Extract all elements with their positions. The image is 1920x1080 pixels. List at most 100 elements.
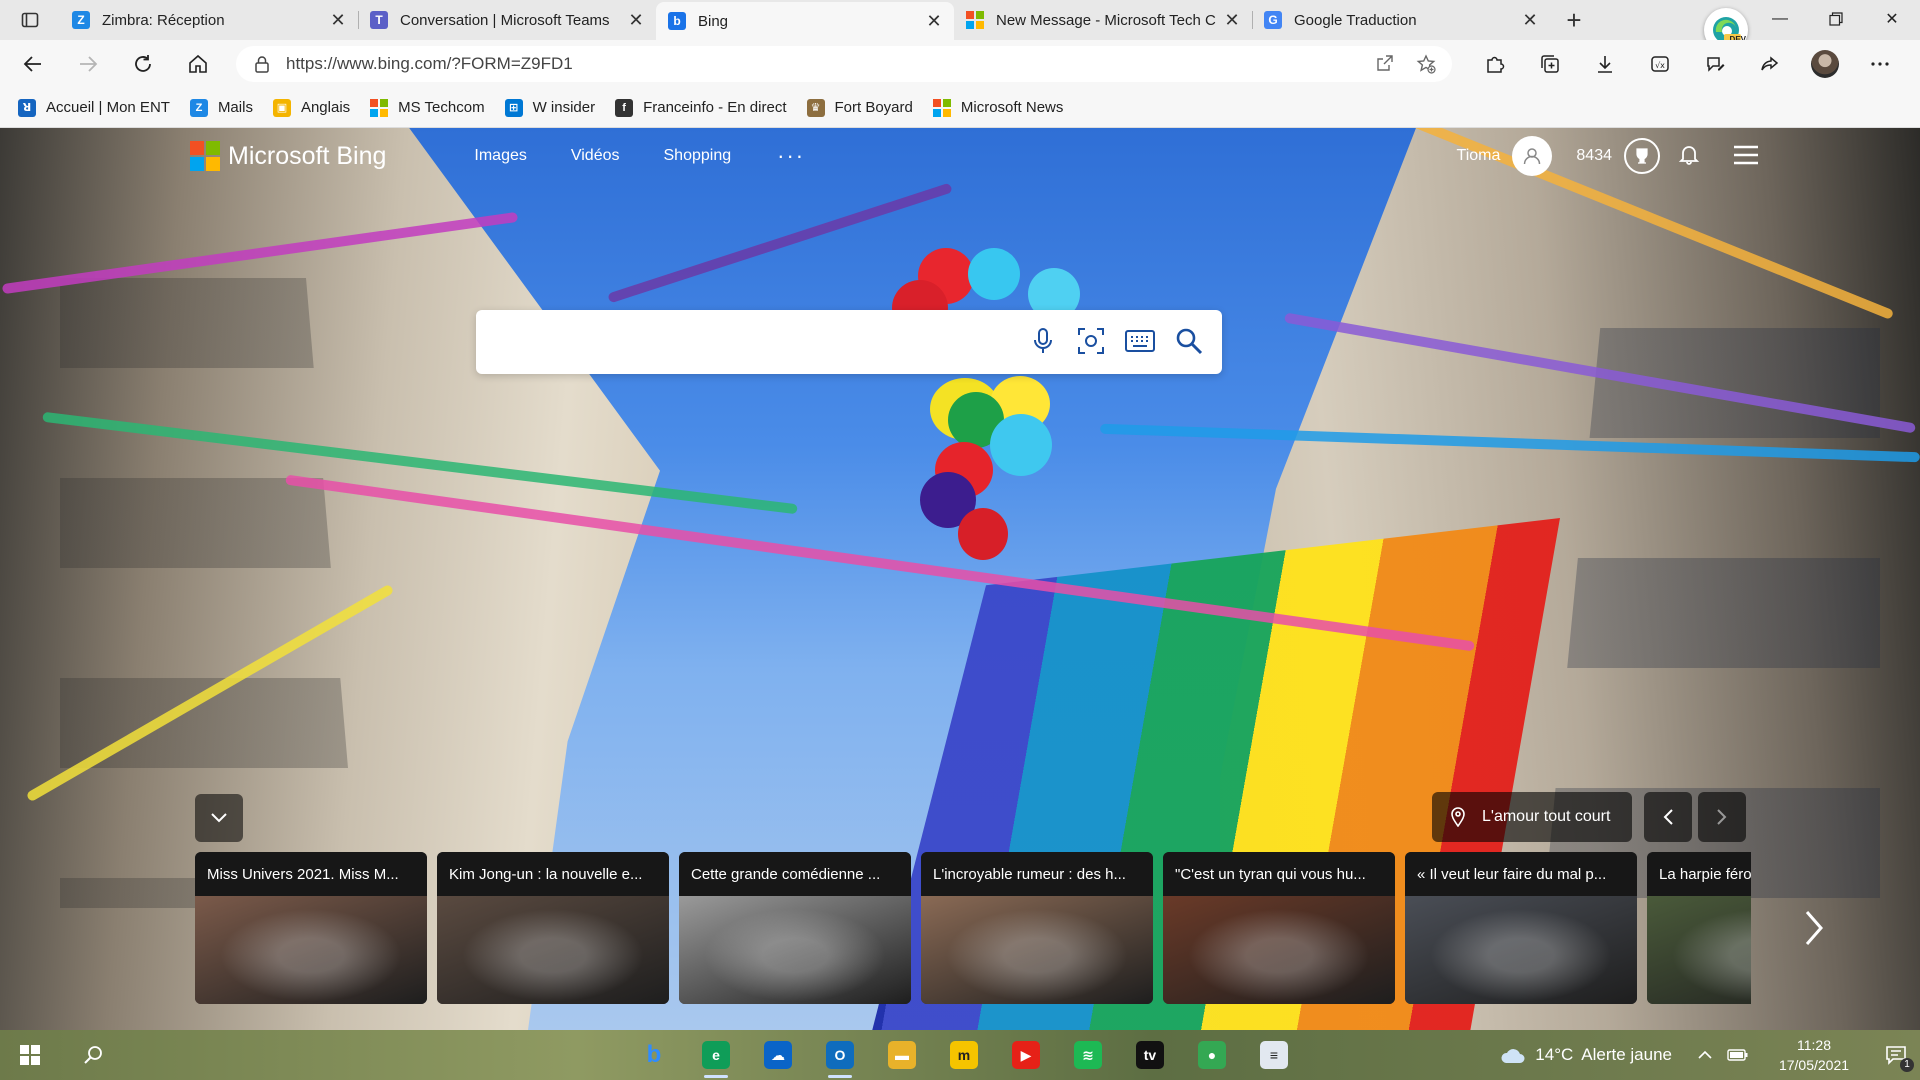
tab-teams[interactable]: T Conversation | Microsoft Teams ✕ xyxy=(358,3,656,37)
tab-close-icon[interactable]: ✕ xyxy=(1222,10,1242,30)
home-button[interactable] xyxy=(176,44,220,84)
weather-widget[interactable]: 14°C Alerte jaune xyxy=(1499,1044,1672,1066)
bing-nav-more-button[interactable]: ··· xyxy=(777,143,805,169)
spotify-icon: ≋ xyxy=(1074,1041,1102,1069)
user-name[interactable]: Tioma xyxy=(1457,147,1501,165)
search-input[interactable] xyxy=(496,322,1056,362)
search-icon[interactable] xyxy=(1174,326,1204,356)
feedback-button[interactable] xyxy=(1693,44,1737,84)
downloads-button[interactable] xyxy=(1583,44,1627,84)
windows-taskbar: b e ☁ O ▬ m ▶ ≋ tv ● ≡ 14°C Alerte jaune 11:28 17/… xyxy=(0,1030,1920,1080)
favorite-item[interactable]: Z Mails xyxy=(189,98,253,117)
keyboard-icon[interactable] xyxy=(1124,326,1156,356)
next-image-button[interactable] xyxy=(1698,792,1746,842)
tab-title: New Message - Microsoft Tech C xyxy=(996,11,1216,29)
favorite-item[interactable]: MS Techcom xyxy=(370,98,485,117)
show-hidden-icons-button[interactable] xyxy=(1690,1030,1720,1080)
settings-more-button[interactable] xyxy=(1858,44,1902,84)
news-card[interactable]: L'incroyable rumeur : des h... xyxy=(921,852,1153,1004)
forward-button[interactable] xyxy=(66,44,110,84)
user-avatar-button[interactable] xyxy=(1512,136,1553,176)
news-card-image xyxy=(921,896,1153,1004)
lock-icon[interactable] xyxy=(254,55,270,73)
battery-button[interactable] xyxy=(1720,1030,1756,1080)
tab-close-icon[interactable]: ✕ xyxy=(1520,10,1540,30)
tab-close-icon[interactable]: ✕ xyxy=(924,11,944,31)
cloud-icon xyxy=(1501,1049,1525,1063)
favorite-item[interactable]: Microsoft News xyxy=(932,98,1063,117)
close-window-button[interactable]: ✕ xyxy=(1864,0,1920,38)
taskbar-notepad-app[interactable]: ≡ xyxy=(1248,1030,1300,1080)
taskbar-edge-dev-app[interactable]: e xyxy=(690,1030,742,1080)
add-favorite-star-icon[interactable] xyxy=(1416,54,1436,74)
bing-logo-text: Microsoft Bing xyxy=(228,141,387,170)
microsoft-logo-icon xyxy=(190,141,220,171)
rewards-button[interactable] xyxy=(1624,138,1660,174)
tab-close-icon[interactable]: ✕ xyxy=(626,10,646,30)
news-carousel-next-button[interactable] xyxy=(1786,888,1842,968)
favorite-item[interactable]: ⊞ W insider xyxy=(504,98,595,117)
zimbra-icon: Z xyxy=(72,11,90,29)
open-in-app-icon[interactable] xyxy=(1376,54,1394,72)
news-card[interactable]: Cette grande comédienne ... xyxy=(679,852,911,1004)
news-card[interactable]: La harpie féroce xyxy=(1647,852,1751,1004)
start-button[interactable] xyxy=(4,1030,56,1080)
refresh-button[interactable] xyxy=(121,44,165,84)
favorite-item[interactable]: ꓤ Accueil | Mon ENT xyxy=(18,98,170,117)
taskbar-search-button[interactable] xyxy=(68,1030,120,1080)
clock[interactable]: 11:28 17/05/2021 xyxy=(1766,1035,1862,1075)
bing-nav-item[interactable]: Images xyxy=(474,147,526,165)
anglais-icon: ▣ xyxy=(272,98,291,117)
previous-image-button[interactable] xyxy=(1644,792,1692,842)
tab-close-icon[interactable]: ✕ xyxy=(328,10,348,30)
profile-button[interactable] xyxy=(1803,44,1847,84)
favorite-item[interactable]: ♛ Fort Boyard xyxy=(806,98,913,117)
news-card[interactable]: Miss Univers 2021. Miss M... xyxy=(195,852,427,1004)
news-card[interactable]: Kim Jong-un : la nouvelle e... xyxy=(437,852,669,1004)
taskbar-spotify-app[interactable]: ≋ xyxy=(1062,1030,1114,1080)
visual-search-icon[interactable] xyxy=(1076,326,1106,356)
image-location-button[interactable]: L'amour tout court xyxy=(1432,792,1633,842)
taskbar-apple-tv-app[interactable]: tv xyxy=(1124,1030,1176,1080)
restore-button[interactable] xyxy=(1808,0,1864,38)
microphone-icon[interactable] xyxy=(1028,326,1058,356)
news-card[interactable]: « Il veut leur faire du mal p... xyxy=(1405,852,1637,1004)
balloon xyxy=(990,414,1052,476)
taskbar-outlook-app[interactable]: O xyxy=(814,1030,866,1080)
rewards-points[interactable]: 8434 xyxy=(1576,147,1612,165)
tab-actions-button[interactable] xyxy=(0,0,60,40)
chevron-down-icon xyxy=(211,813,227,823)
tab-bing[interactable]: b Bing ✕ xyxy=(656,2,954,40)
news-card-title: L'incroyable rumeur : des h... xyxy=(921,852,1153,896)
back-button[interactable] xyxy=(11,44,55,84)
taskbar-bing-app[interactable]: b xyxy=(628,1030,680,1080)
tab-microsoft[interactable]: New Message - Microsoft Tech C ✕ xyxy=(954,3,1252,37)
taskbar-m-app[interactable]: m xyxy=(938,1030,990,1080)
bing-nav-item[interactable]: Shopping xyxy=(664,147,732,165)
chevron-right-icon xyxy=(1717,809,1727,825)
tab-zimbra[interactable]: Z Zimbra: Réception ✕ xyxy=(60,3,358,37)
taskbar-file-explorer-app[interactable]: ▬ xyxy=(876,1030,928,1080)
notification-center-button[interactable]: 1 xyxy=(1872,1030,1920,1080)
favorite-item[interactable]: ▣ Anglais xyxy=(272,98,350,117)
url-text[interactable]: https://www.bing.com/?FORM=Z9FD1 xyxy=(286,54,1376,74)
taskbar-maps-app[interactable]: ● xyxy=(1186,1030,1238,1080)
new-tab-button[interactable]: + xyxy=(1554,3,1594,37)
bing-menu-button[interactable] xyxy=(1732,144,1760,171)
collections-button[interactable] xyxy=(1528,44,1572,84)
address-bar[interactable]: https://www.bing.com/?FORM=Z9FD1 xyxy=(236,46,1452,82)
math-solver-button[interactable]: √x xyxy=(1638,44,1682,84)
favorite-item[interactable]: f Franceinfo - En direct xyxy=(615,98,787,117)
share-button[interactable] xyxy=(1748,44,1792,84)
puzzle-icon xyxy=(1487,56,1505,73)
news-card[interactable]: "C'est un tyran qui vous hu... xyxy=(1163,852,1395,1004)
collapse-feed-button[interactable] xyxy=(195,794,243,842)
taskbar-onedrive-app[interactable]: ☁ xyxy=(752,1030,804,1080)
minimize-button[interactable]: — xyxy=(1752,0,1808,38)
taskbar-youtube-app[interactable]: ▶ xyxy=(1000,1030,1052,1080)
bing-nav-item[interactable]: Vidéos xyxy=(571,147,620,165)
extensions-button[interactable] xyxy=(1473,44,1517,84)
notifications-button[interactable] xyxy=(1678,143,1700,170)
bing-logo[interactable]: Microsoft Bing xyxy=(190,141,386,171)
tab-google-translate[interactable]: G Google Traduction ✕ xyxy=(1252,3,1550,37)
